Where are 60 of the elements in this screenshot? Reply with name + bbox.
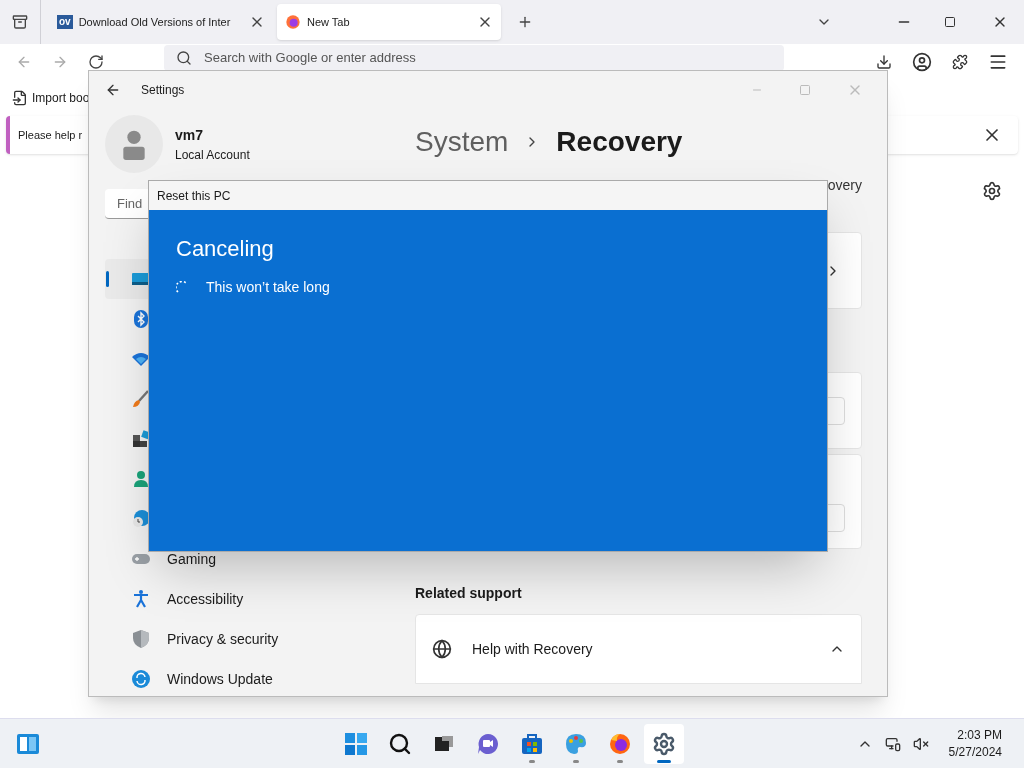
palette-icon bbox=[564, 731, 588, 756]
reload-icon[interactable] bbox=[88, 54, 104, 70]
update-icon bbox=[131, 669, 151, 689]
status-text: This won’t take long bbox=[206, 278, 330, 297]
browser-tab[interactable]: ov Download Old Versions of Inter bbox=[49, 4, 273, 40]
nav-item[interactable]: Gaming bbox=[105, 539, 399, 579]
back-icon[interactable] bbox=[105, 82, 121, 98]
tab-title: New Tab bbox=[307, 14, 350, 30]
person-icon bbox=[131, 469, 151, 489]
import-icon bbox=[12, 90, 28, 106]
window-title: Settings bbox=[141, 82, 185, 99]
notification-text: Please help r bbox=[18, 127, 83, 143]
chat-icon bbox=[476, 731, 500, 756]
globe-clock-icon bbox=[131, 509, 151, 529]
nav-item[interactable]: Privacy & security bbox=[105, 619, 399, 659]
restore-icon[interactable] bbox=[944, 16, 956, 28]
extensions-icon[interactable] bbox=[952, 54, 968, 70]
widgets-icon[interactable] bbox=[16, 731, 40, 756]
shield-icon bbox=[131, 629, 151, 649]
menu-icon[interactable] bbox=[988, 52, 1008, 72]
running-indicator bbox=[617, 759, 623, 763]
gear-icon bbox=[652, 731, 676, 756]
nav-item[interactable]: Accessibility bbox=[105, 579, 399, 619]
user-name: vm7 bbox=[175, 125, 205, 145]
tab-title: Download Old Versions of Inter bbox=[78, 14, 231, 30]
accessibility-icon bbox=[131, 589, 151, 609]
dialog-heading: Canceling bbox=[176, 235, 274, 263]
running-indicator bbox=[529, 759, 535, 763]
paintbrush-icon bbox=[131, 389, 151, 409]
running-indicator bbox=[573, 759, 579, 763]
description-text: overy bbox=[827, 176, 862, 195]
bluetooth-icon bbox=[131, 309, 151, 329]
download-icon[interactable] bbox=[876, 54, 892, 70]
new-tab-icon[interactable] bbox=[517, 14, 533, 30]
help-card[interactable]: Help with Recovery bbox=[415, 614, 862, 684]
settings-icon[interactable] bbox=[982, 181, 1002, 201]
firefox-icon bbox=[285, 14, 301, 30]
dialog-title: Reset this PC bbox=[157, 187, 231, 205]
running-indicator bbox=[657, 759, 671, 763]
volume-muted-icon[interactable] bbox=[912, 735, 929, 752]
store-icon bbox=[520, 731, 544, 756]
search-icon bbox=[388, 731, 412, 756]
favicon-icon: ov bbox=[57, 15, 73, 29]
page-title: Recovery bbox=[556, 125, 683, 159]
account-icon[interactable] bbox=[912, 52, 932, 72]
browser-tab[interactable]: New Tab bbox=[277, 4, 501, 40]
account-type: Local Account bbox=[175, 146, 250, 164]
network-icon[interactable] bbox=[884, 735, 901, 752]
globe-icon bbox=[432, 639, 452, 659]
breadcrumb-parent[interactable]: System bbox=[415, 121, 509, 163]
address-bar[interactable]: Search with Google or enter address bbox=[164, 45, 784, 71]
windows-logo-icon bbox=[344, 731, 368, 756]
section-heading: Related support bbox=[415, 584, 523, 603]
firefox-icon bbox=[608, 731, 632, 756]
nav-item[interactable]: Windows Update bbox=[105, 659, 399, 696]
archive-icon bbox=[12, 14, 28, 30]
taskbar-button[interactable] bbox=[644, 723, 684, 764]
clock[interactable]: 2:03 PM 5/27/2024 bbox=[948, 726, 1002, 761]
selection-indicator bbox=[106, 271, 109, 287]
apps-icon bbox=[131, 429, 151, 449]
